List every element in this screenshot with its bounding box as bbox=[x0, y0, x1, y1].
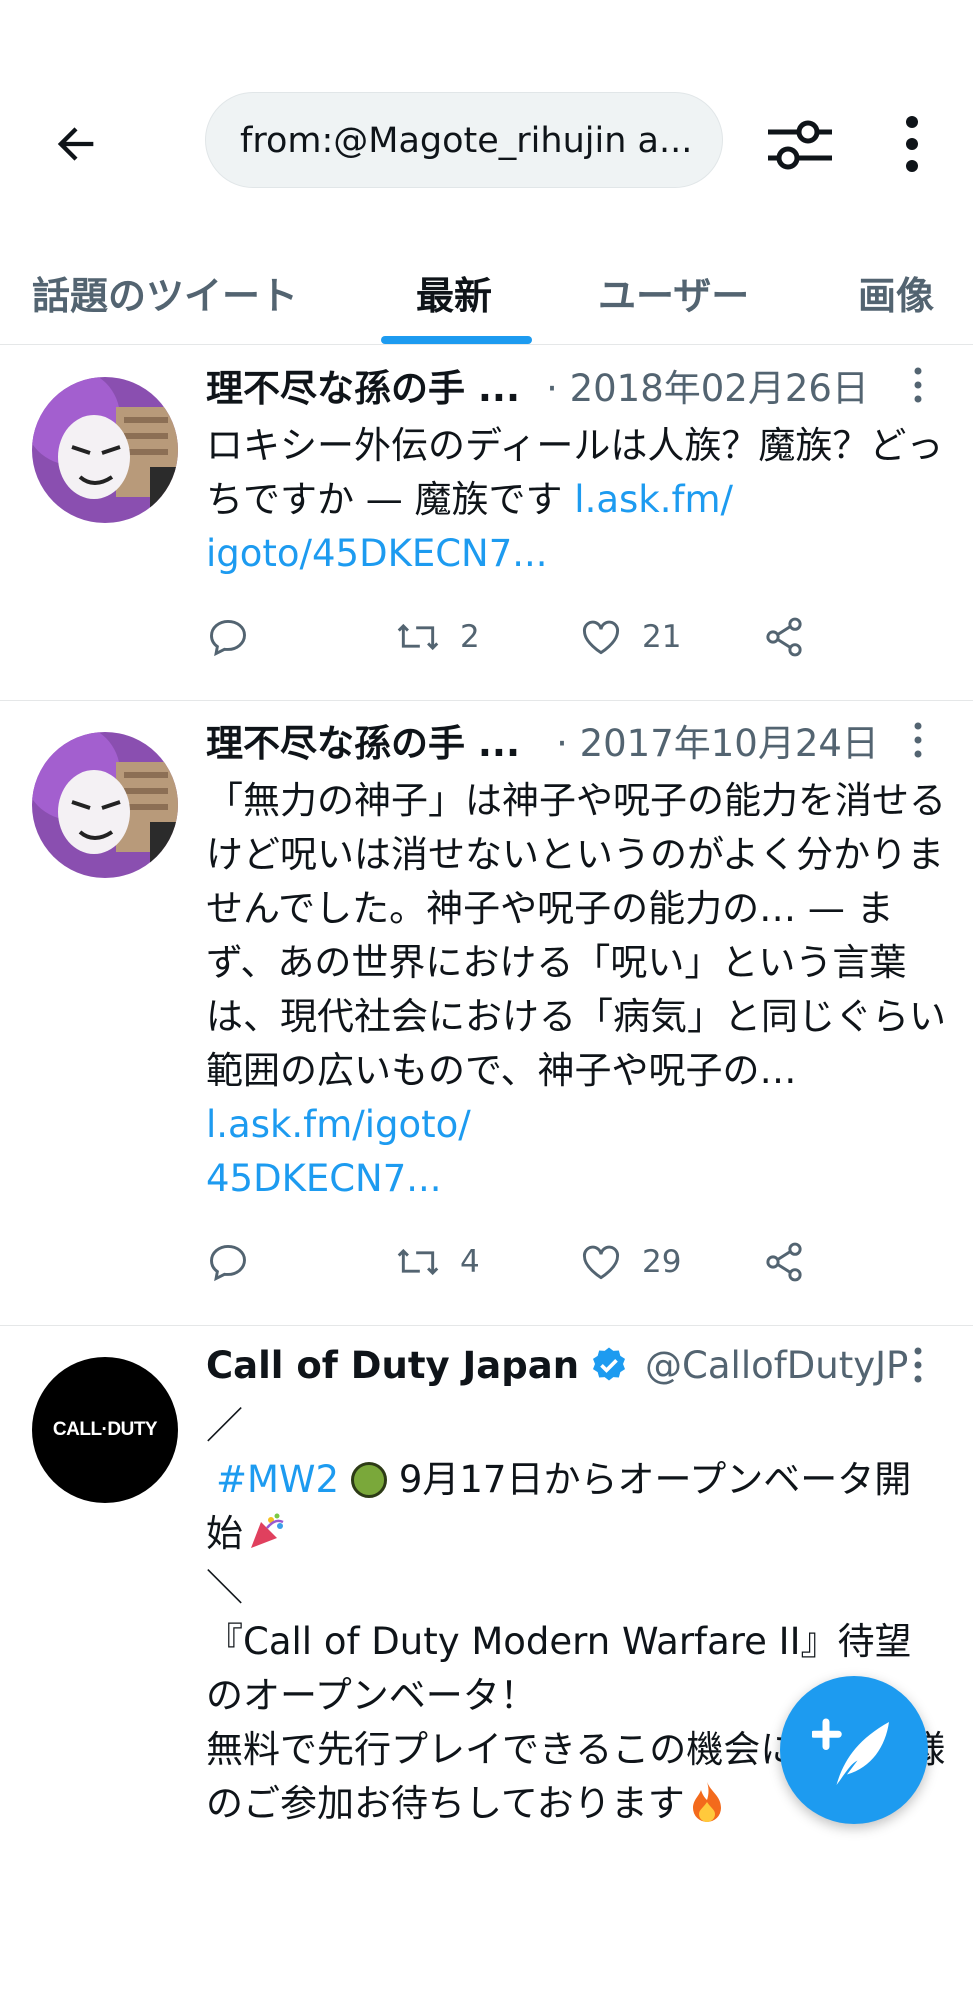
tweet-more-icon[interactable] bbox=[906, 365, 930, 405]
emoji-fire-icon bbox=[687, 1780, 727, 1824]
like-icon bbox=[583, 620, 619, 655]
avatar[interactable] bbox=[32, 732, 178, 878]
compose-tweet-icon bbox=[812, 1718, 889, 1785]
tweet-text: ロキシー外伝のディールは人族？魔族？どっちですか — 魔族です l.ask.fm… bbox=[206, 424, 944, 575]
retweet-button[interactable]: 4 bbox=[394, 1232, 480, 1292]
emoji-party-popper-icon bbox=[247, 1512, 287, 1552]
verified-icon bbox=[593, 1347, 626, 1381]
tab-photos[interactable]: 画像 bbox=[858, 240, 934, 344]
avatar[interactable] bbox=[32, 377, 178, 523]
like-icon bbox=[583, 1245, 619, 1280]
tweet-header: 理不尽な孫の手 ... · 2017年10月24日 bbox=[206, 710, 879, 770]
tweet[interactable]: CALL·DUTY Call of Duty Japan @CallofDuty… bbox=[0, 1325, 973, 2000]
search-tabs: 話題のツイート 最新 ユーザー 画像 bbox=[0, 240, 973, 345]
compose-tweet-button[interactable] bbox=[780, 1676, 928, 1824]
tweet-more-icon[interactable] bbox=[906, 720, 930, 760]
filter-icon bbox=[768, 120, 832, 170]
tweet[interactable]: 理不尽な孫の手 ... · 2017年10月24日 「無力の神子」は神子や呪子の… bbox=[0, 700, 973, 1326]
tweet-link[interactable]: l.ask.fm/igoto/ 45DKECN7... bbox=[206, 1103, 471, 1200]
tweet-actions: 4 29 bbox=[206, 1232, 866, 1292]
like-count: 21 bbox=[642, 619, 682, 655]
tweet-header: 理不尽な孫の手 ... · 2018年02月26日 bbox=[206, 355, 869, 415]
reply-icon bbox=[210, 1244, 246, 1282]
search-input[interactable] bbox=[238, 93, 702, 189]
tweet-more-icon[interactable] bbox=[906, 1345, 930, 1385]
search-filter-button[interactable] bbox=[762, 108, 838, 180]
tweet-date[interactable]: · 2017年10月24日 bbox=[556, 713, 879, 767]
more-vertical-icon bbox=[906, 116, 918, 172]
share-button[interactable] bbox=[762, 607, 806, 667]
tweet-date[interactable]: · 2018年02月26日 bbox=[546, 358, 869, 412]
avatar-logo-text: CALL·DUTY bbox=[52, 1419, 158, 1440]
author-name[interactable]: 理不尽な孫の手 ... bbox=[206, 713, 520, 767]
top-app-bar bbox=[0, 0, 973, 240]
author-name[interactable]: 理不尽な孫の手 ... bbox=[206, 358, 520, 412]
like-button[interactable]: 29 bbox=[578, 1232, 681, 1292]
emoji-skull-icon bbox=[351, 1462, 388, 1498]
retweet-button[interactable]: 2 bbox=[394, 607, 480, 667]
reply-button[interactable] bbox=[206, 607, 250, 667]
tweet-actions: 2 21 bbox=[206, 607, 866, 667]
share-button[interactable] bbox=[762, 1232, 806, 1292]
tweet-text: 「無力の神子」は神子や呪子の能力を消せるけど呪いは消せないというのがよく分かりま… bbox=[206, 779, 946, 1200]
author-name[interactable]: Call of Duty Japan bbox=[206, 1344, 579, 1387]
avatar[interactable]: CALL·DUTY bbox=[32, 1357, 178, 1503]
tab-top[interactable]: 話題のツイート bbox=[32, 240, 298, 344]
back-arrow-icon bbox=[57, 127, 94, 161]
share-icon bbox=[766, 1242, 802, 1282]
retweet-icon bbox=[397, 1248, 439, 1276]
overflow-menu-button[interactable] bbox=[884, 108, 940, 180]
author-handle[interactable]: @CallofDutyJP bbox=[645, 1344, 908, 1387]
hashtag-link[interactable]: #MW2 bbox=[216, 1458, 339, 1501]
tab-latest[interactable]: 最新 bbox=[416, 240, 492, 344]
share-icon bbox=[766, 617, 802, 657]
tab-people[interactable]: ユーザー bbox=[598, 240, 749, 344]
retweet-icon bbox=[397, 623, 439, 651]
retweet-count: 4 bbox=[460, 1244, 480, 1280]
reply-button[interactable] bbox=[206, 1232, 250, 1292]
retweet-count: 2 bbox=[460, 619, 480, 655]
active-tab-indicator bbox=[381, 336, 532, 344]
tweet[interactable]: 理不尽な孫の手 ... · 2018年02月26日 ロキシー外伝のディールは人族… bbox=[0, 345, 973, 701]
search-field[interactable] bbox=[205, 92, 723, 189]
tweet-header: Call of Duty Japan @CallofDutyJP bbox=[206, 1335, 908, 1395]
back-button[interactable] bbox=[40, 108, 112, 180]
like-button[interactable]: 21 bbox=[578, 607, 681, 667]
like-count: 29 bbox=[642, 1244, 682, 1280]
reply-icon bbox=[210, 619, 246, 657]
